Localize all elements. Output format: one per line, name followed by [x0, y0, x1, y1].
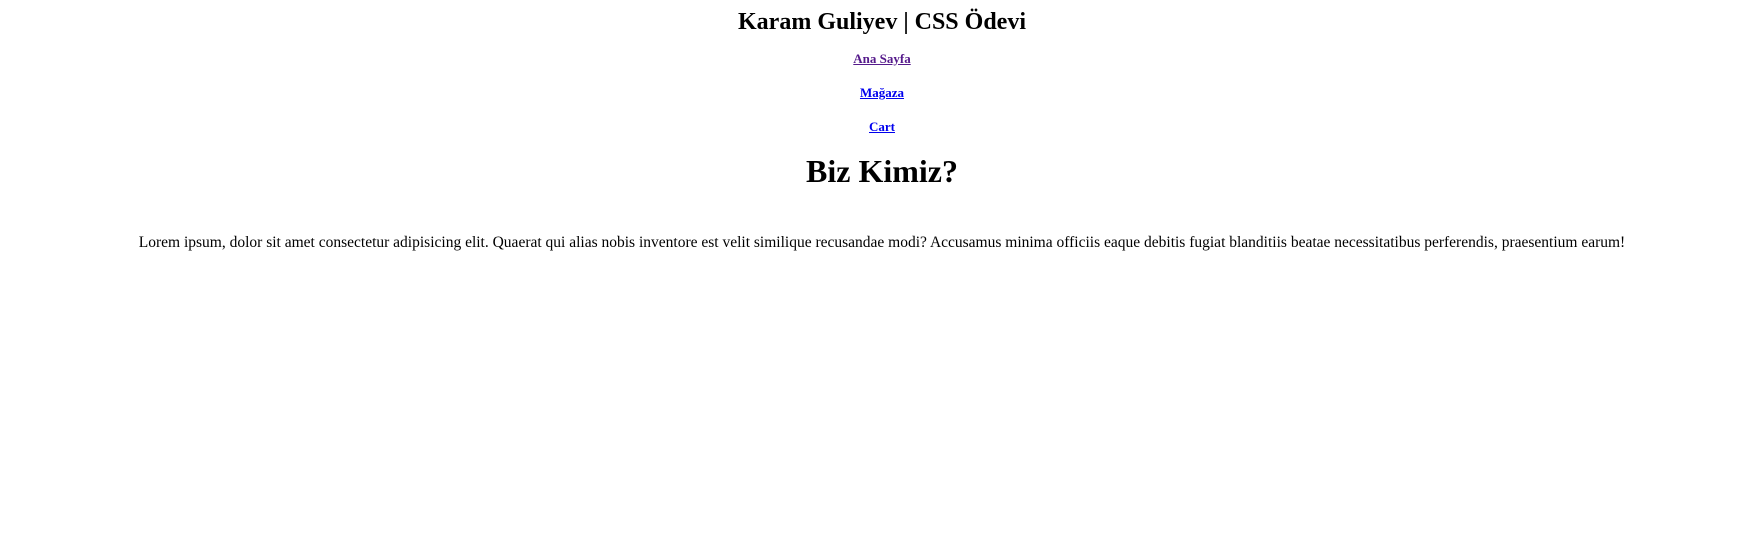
page: Karam Guliyev | CSS Ödevi Ana Sayfa Mağa…	[0, 0, 1764, 540]
nav-link-ana-sayfa[interactable]: Ana Sayfa	[853, 51, 910, 66]
site-title: Karam Guliyev | CSS Ödevi	[738, 9, 1026, 35]
section-heading: Biz Kimiz?	[806, 153, 958, 189]
nav-link-magaza[interactable]: Mağaza	[860, 85, 904, 100]
nav-item-ana-sayfa: Ana Sayfa	[0, 50, 1764, 68]
nav-item-magaza: Mağaza	[0, 84, 1764, 102]
about-paragraph: Lorem ipsum, dolor sit amet consectetur …	[138, 234, 1626, 251]
nav-item-cart: Cart	[0, 118, 1764, 136]
nav-link-cart[interactable]: Cart	[869, 119, 895, 134]
